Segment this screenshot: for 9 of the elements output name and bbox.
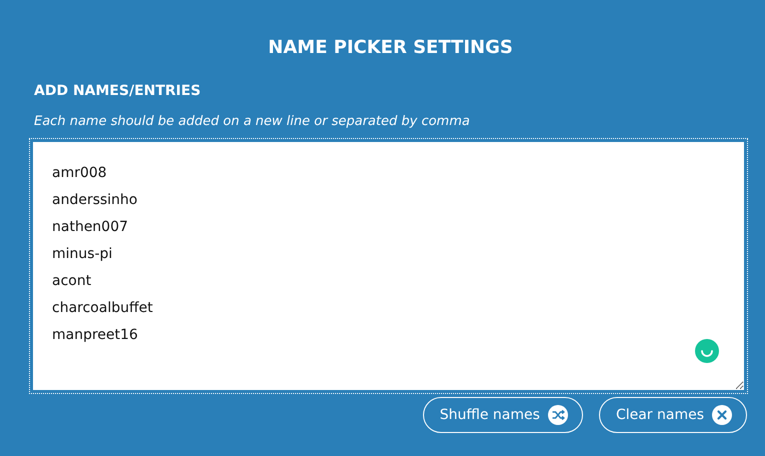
- names-text-area[interactable]: amr008 anderssinho nathen007 minus-pi acont charcoalbuffet manpreet16: [33, 142, 744, 390]
- status-icon[interactable]: [695, 339, 719, 363]
- instruction-text: Each name should be added on a new line or separated by comma: [34, 113, 471, 131]
- section-heading: ADD NAMES/ENTRIES: [34, 82, 202, 101]
- clear-names-button[interactable]: Clear names: [598, 397, 747, 433]
- close-icon: [712, 405, 732, 425]
- shuffle-names-button[interactable]: Shuffle names: [422, 397, 583, 433]
- shuffle-icon: [548, 405, 568, 425]
- page-title: NAME PICKER SETTINGS: [267, 36, 514, 60]
